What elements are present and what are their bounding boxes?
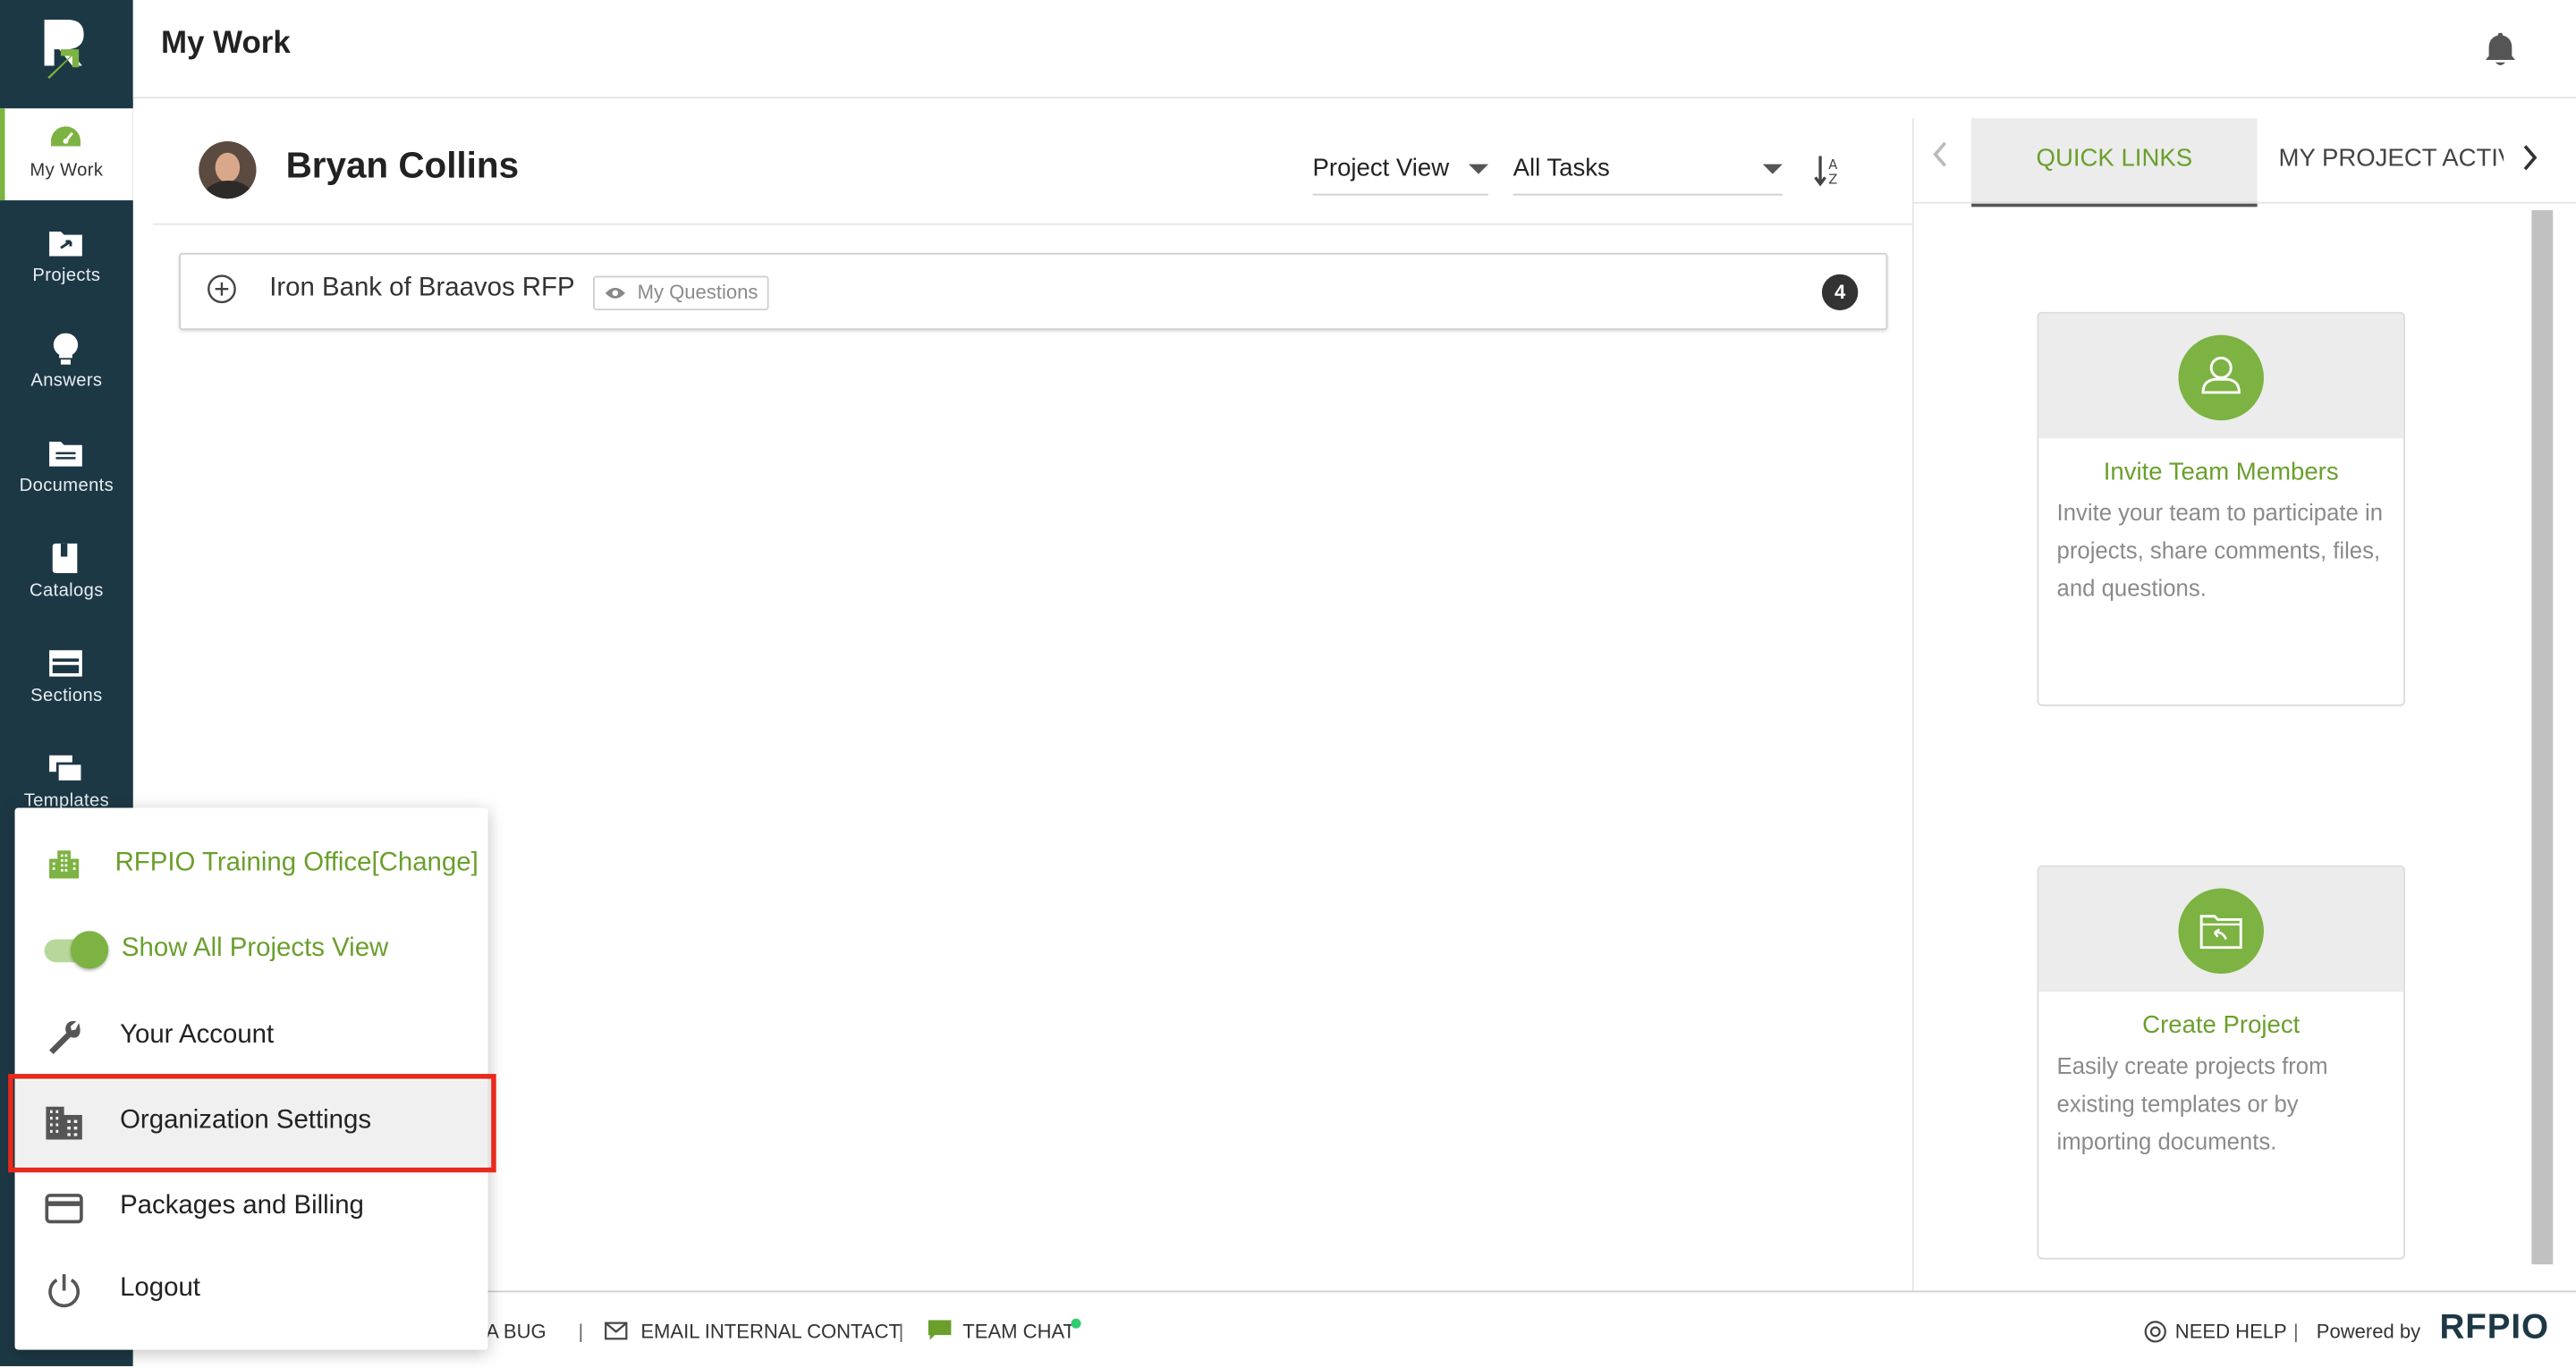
sidebar-item-projects[interactable]: Projects: [0, 214, 133, 306]
menu-item-label: Packages and Billing: [120, 1192, 364, 1220]
chevron-down-icon: [1762, 164, 1783, 174]
create-project-card[interactable]: Create Project Easily create projects fr…: [2037, 865, 2405, 1260]
avatar: [199, 140, 257, 199]
sidebar-item-label: Sections: [30, 686, 103, 706]
card-title[interactable]: Invite Team Members: [2038, 458, 2403, 486]
footer: T A BUG | EMAIL INTERNAL CONTACT | TEAM …: [132, 1290, 2576, 1368]
menu-item-packages-billing[interactable]: Packages and Billing: [15, 1166, 488, 1251]
tab-label: MY PROJECT ACTIVITI: [2278, 144, 2504, 173]
sidebar-item-label: Documents: [19, 476, 114, 496]
chevron-down-icon: [1469, 164, 1489, 174]
menu-item-label: Your Account: [120, 1021, 275, 1050]
project-view-select[interactable]: Project View: [1312, 141, 1489, 196]
documents-icon: [49, 442, 82, 467]
sidebar-item-documents[interactable]: Documents: [0, 424, 133, 516]
sections-icon: [49, 650, 82, 677]
folder-share-icon: [49, 231, 82, 257]
sidebar-item-catalogs[interactable]: Catalogs: [0, 528, 133, 621]
tab-divider: [1911, 201, 2576, 204]
scrollbar[interactable]: [2531, 210, 2554, 1265]
sidebar-item-answers[interactable]: Answers: [0, 318, 133, 410]
my-questions-tag[interactable]: My Questions: [593, 275, 770, 311]
count-badge: 4: [1821, 274, 1859, 311]
powered-by-label: Powered by: [2316, 1320, 2421, 1344]
tag-label: My Questions: [637, 281, 758, 304]
lightbulb-icon: [53, 333, 79, 365]
toggle-label: Show All Projects View: [121, 933, 389, 963]
menu-item-your-account[interactable]: Your Account: [15, 995, 488, 1080]
menu-item-logout[interactable]: Logout: [15, 1248, 488, 1333]
wrench-icon: [49, 1020, 80, 1055]
show-all-projects-toggle[interactable]: Show All Projects View: [15, 907, 488, 992]
card-description: Invite your team to participate in proje…: [2056, 499, 2384, 602]
sidebar-item-my-work[interactable]: My Work: [0, 108, 133, 201]
dashboard-icon: [50, 126, 80, 147]
book-icon: [52, 543, 78, 573]
sidebar-item-label: Projects: [32, 266, 101, 286]
tab-quick-links[interactable]: QUICK LINKS: [1971, 118, 2258, 207]
email-icon: [605, 1322, 628, 1345]
email-internal-contact-link[interactable]: EMAIL INTERNAL CONTACT: [640, 1321, 901, 1344]
svg-text:A: A: [1828, 157, 1837, 173]
tab-label: QUICK LINKS: [2036, 144, 2193, 173]
expand-plus-icon[interactable]: [207, 274, 236, 304]
sidebar-item-label: Catalogs: [30, 581, 104, 602]
notification-bell-icon[interactable]: [2482, 30, 2518, 69]
footer-separator: |: [2293, 1320, 2299, 1344]
sort-az-icon[interactable]: A Z: [1814, 155, 1847, 188]
project-name[interactable]: Iron Bank of Braavos RFP: [269, 274, 574, 304]
power-icon: [48, 1274, 80, 1308]
page-title: My Work: [160, 26, 291, 61]
chat-icon: [928, 1320, 952, 1347]
person-icon: [2178, 334, 2264, 421]
toggle-knob: [70, 931, 109, 969]
tab-next-arrow-icon[interactable]: [2521, 145, 2538, 180]
templates-icon: [49, 755, 84, 783]
sidebar-item-label: Answers: [30, 371, 103, 392]
team-chat-link[interactable]: TEAM CHAT: [962, 1321, 1075, 1344]
project-view-value: Project View: [1312, 154, 1450, 182]
office-building-icon: [49, 850, 80, 879]
online-status-dot: [1071, 1318, 1081, 1329]
panel-divider: [1911, 118, 1914, 1291]
svg-text:Z: Z: [1828, 173, 1837, 188]
highlight-box: [8, 1074, 496, 1173]
top-header: My Work: [132, 0, 2576, 99]
sidebar-item-sections[interactable]: Sections: [0, 634, 133, 726]
tab-prev-arrow-icon[interactable]: [1932, 141, 1948, 176]
eye-icon: [605, 287, 625, 299]
rfpio-brand-logo: RFPIO: [2439, 1308, 2549, 1347]
footer-separator: |: [898, 1320, 904, 1344]
card-description: Easily create projects from existing tem…: [2056, 1052, 2328, 1155]
organization-name: RFPIO Training Office[Change]: [114, 849, 479, 877]
user-name: Bryan Collins: [285, 144, 520, 186]
card-title[interactable]: Create Project: [2038, 1011, 2403, 1039]
help-lifebuoy-icon: [2144, 1321, 2167, 1348]
footer-separator: |: [578, 1320, 584, 1344]
task-filter-value: All Tasks: [1513, 154, 1610, 182]
menu-item-label: Logout: [120, 1274, 200, 1303]
rfpio-logo-icon[interactable]: [39, 16, 92, 81]
credit-card-icon: [45, 1194, 83, 1224]
divider: [152, 223, 1914, 225]
sidebar-item-label: My Work: [30, 160, 104, 182]
project-card[interactable]: Iron Bank of Braavos RFP My Questions 4: [179, 252, 1888, 331]
invite-team-card[interactable]: Invite Team Members Invite your team to …: [2037, 311, 2405, 706]
menu-item-organization-switch[interactable]: RFPIO Training Office[Change]: [15, 821, 488, 906]
need-help-link[interactable]: NEED HELP: [2175, 1321, 2287, 1344]
task-filter-select[interactable]: All Tasks: [1513, 141, 1783, 196]
tab-my-project-activity[interactable]: MY PROJECT ACTIVITI: [2258, 118, 2504, 202]
folder-icon: [2178, 888, 2264, 975]
